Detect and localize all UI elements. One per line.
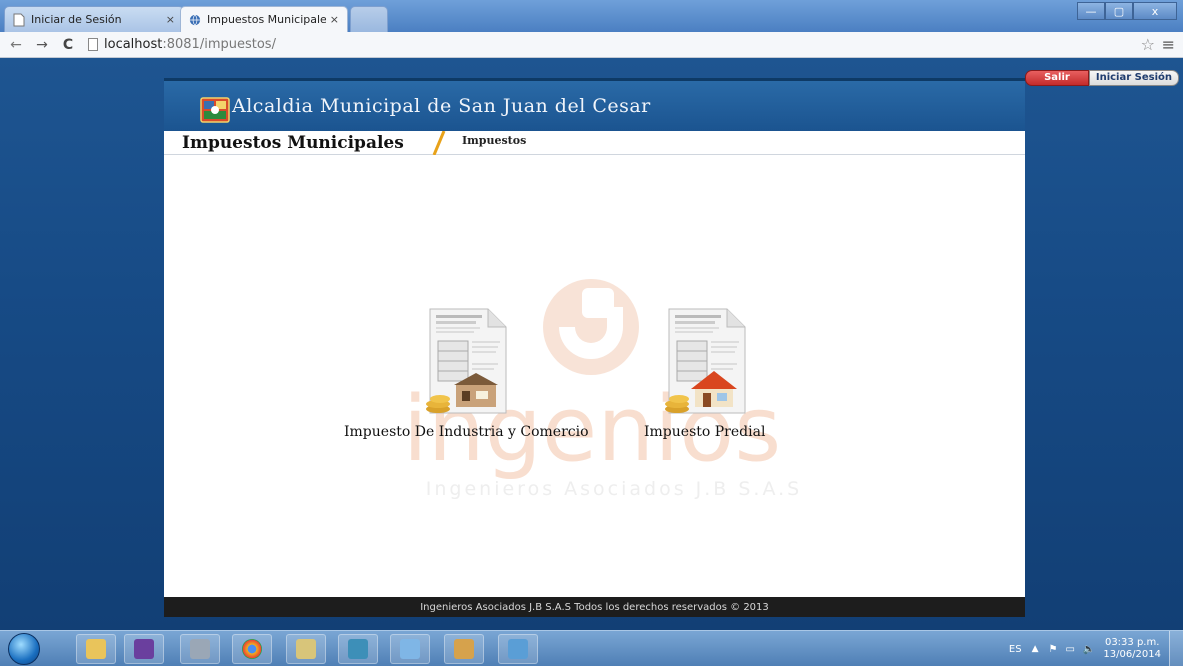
taskbar: ES ▲ ⚑ ▭ 🔈 03:33 p.m. 13/06/2014 bbox=[0, 630, 1183, 666]
clock-time: 03:33 p.m. bbox=[1104, 637, 1160, 648]
municipal-logo-icon bbox=[200, 97, 230, 123]
page-icon bbox=[88, 38, 98, 51]
network-icon[interactable]: ▭ bbox=[1065, 644, 1074, 655]
media-icon[interactable] bbox=[338, 634, 378, 664]
property-tax-link[interactable]: Impuesto Predial bbox=[644, 305, 765, 440]
tab-close-icon[interactable]: × bbox=[166, 13, 175, 26]
logout-button[interactable]: Salir bbox=[1025, 70, 1089, 86]
property-tax-label: Impuesto Predial bbox=[644, 424, 766, 440]
site-banner: Alcaldia Municipal de San Juan del Cesar bbox=[164, 78, 1025, 131]
watermark-tagline-text: Ingenieros Asociados J.B S.A.S bbox=[426, 478, 802, 500]
reload-icon[interactable]: C bbox=[58, 37, 78, 53]
url-path: :8081/impuestos/ bbox=[162, 37, 276, 52]
start-button-icon[interactable] bbox=[8, 633, 40, 665]
volume-icon[interactable]: 🔈 bbox=[1083, 644, 1095, 655]
sql-tool-icon[interactable] bbox=[286, 634, 326, 664]
ingenios-watermark-logo: ingenios Ingenieros Asociados J.B S.A.S bbox=[403, 279, 802, 500]
page-viewport: Salir Iniciar Sesión Alcaldia Municipal … bbox=[0, 58, 1183, 630]
property-tax-document-icon bbox=[664, 308, 746, 414]
tab-iniciar-sesion[interactable]: Iniciar de Sesión × bbox=[4, 6, 184, 32]
chrome-icon[interactable] bbox=[232, 634, 272, 664]
clock[interactable]: 03:33 p.m. 13/06/2014 bbox=[1103, 637, 1161, 661]
tab-impuestos-municipales[interactable]: Impuestos Municipales × bbox=[180, 6, 348, 32]
tab-close-icon[interactable]: × bbox=[330, 13, 339, 26]
action-center-flag-icon[interactable]: ⚑ bbox=[1048, 644, 1057, 655]
site-container: Alcaldia Municipal de San Juan del Cesar… bbox=[164, 78, 1025, 617]
tab-label: Impuestos Municipales bbox=[207, 13, 326, 26]
menu-icon[interactable]: ≡ bbox=[1162, 35, 1175, 54]
section-header: Impuestos Municipales Impuestos bbox=[164, 131, 1025, 155]
tray-expand-icon[interactable]: ▲ bbox=[1032, 644, 1039, 654]
back-icon[interactable]: ← bbox=[6, 37, 26, 53]
minimize-icon[interactable]: — bbox=[1077, 2, 1105, 20]
paint-icon[interactable] bbox=[444, 634, 484, 664]
main-content: ingenios Ingenieros Asociados J.B S.A.S bbox=[164, 155, 1025, 597]
window-controls: — ▢ x bbox=[1077, 2, 1177, 20]
maximize-icon[interactable]: ▢ bbox=[1105, 2, 1133, 20]
browser-toolbar: ← → C localhost:8081/impuestos/ ☆ ≡ bbox=[0, 32, 1183, 58]
tab-label: Iniciar de Sesión bbox=[31, 13, 122, 26]
section-title: Impuestos Municipales bbox=[182, 133, 404, 153]
industry-commerce-tax-label: Impuesto De Industria y Comercio bbox=[344, 424, 589, 440]
system-tray: ES ▲ ⚑ ▭ 🔈 03:33 p.m. 13/06/2014 bbox=[1009, 631, 1183, 666]
site-footer: Ingenieros Asociados J.B S.A.S Todos los… bbox=[164, 597, 1025, 617]
visual-studio-icon[interactable] bbox=[124, 634, 164, 664]
address-bar[interactable]: localhost:8081/impuestos/ bbox=[88, 37, 276, 52]
language-indicator[interactable]: ES bbox=[1009, 644, 1022, 655]
network-tool-icon[interactable] bbox=[180, 634, 220, 664]
page-icon bbox=[13, 13, 25, 26]
site-title: Alcaldia Municipal de San Juan del Cesar bbox=[232, 95, 651, 117]
glass-app-icon[interactable] bbox=[390, 634, 430, 664]
clock-date: 13/06/2014 bbox=[1103, 649, 1161, 660]
slash-divider-icon bbox=[432, 131, 446, 155]
globe-icon bbox=[189, 14, 201, 25]
bookmark-star-icon[interactable]: ☆ bbox=[1141, 35, 1155, 54]
explorer-icon[interactable] bbox=[76, 634, 116, 664]
forward-icon[interactable]: → bbox=[32, 37, 52, 53]
photo-viewer-icon[interactable] bbox=[498, 634, 538, 664]
show-desktop-button[interactable] bbox=[1169, 631, 1183, 666]
url-host: localhost bbox=[104, 37, 163, 52]
industry-commerce-tax-link[interactable]: Impuesto De Industria y Comercio bbox=[344, 305, 589, 440]
new-tab-button[interactable] bbox=[350, 6, 388, 32]
login-button[interactable]: Iniciar Sesión bbox=[1088, 70, 1179, 86]
session-controls: Salir Iniciar Sesión bbox=[1025, 70, 1179, 86]
close-window-icon[interactable]: x bbox=[1133, 2, 1177, 20]
industry-tax-document-icon bbox=[426, 308, 507, 414]
breadcrumb[interactable]: Impuestos bbox=[462, 134, 526, 147]
browser-titlebar: Iniciar de Sesión × Impuestos Municipale… bbox=[0, 0, 1183, 32]
